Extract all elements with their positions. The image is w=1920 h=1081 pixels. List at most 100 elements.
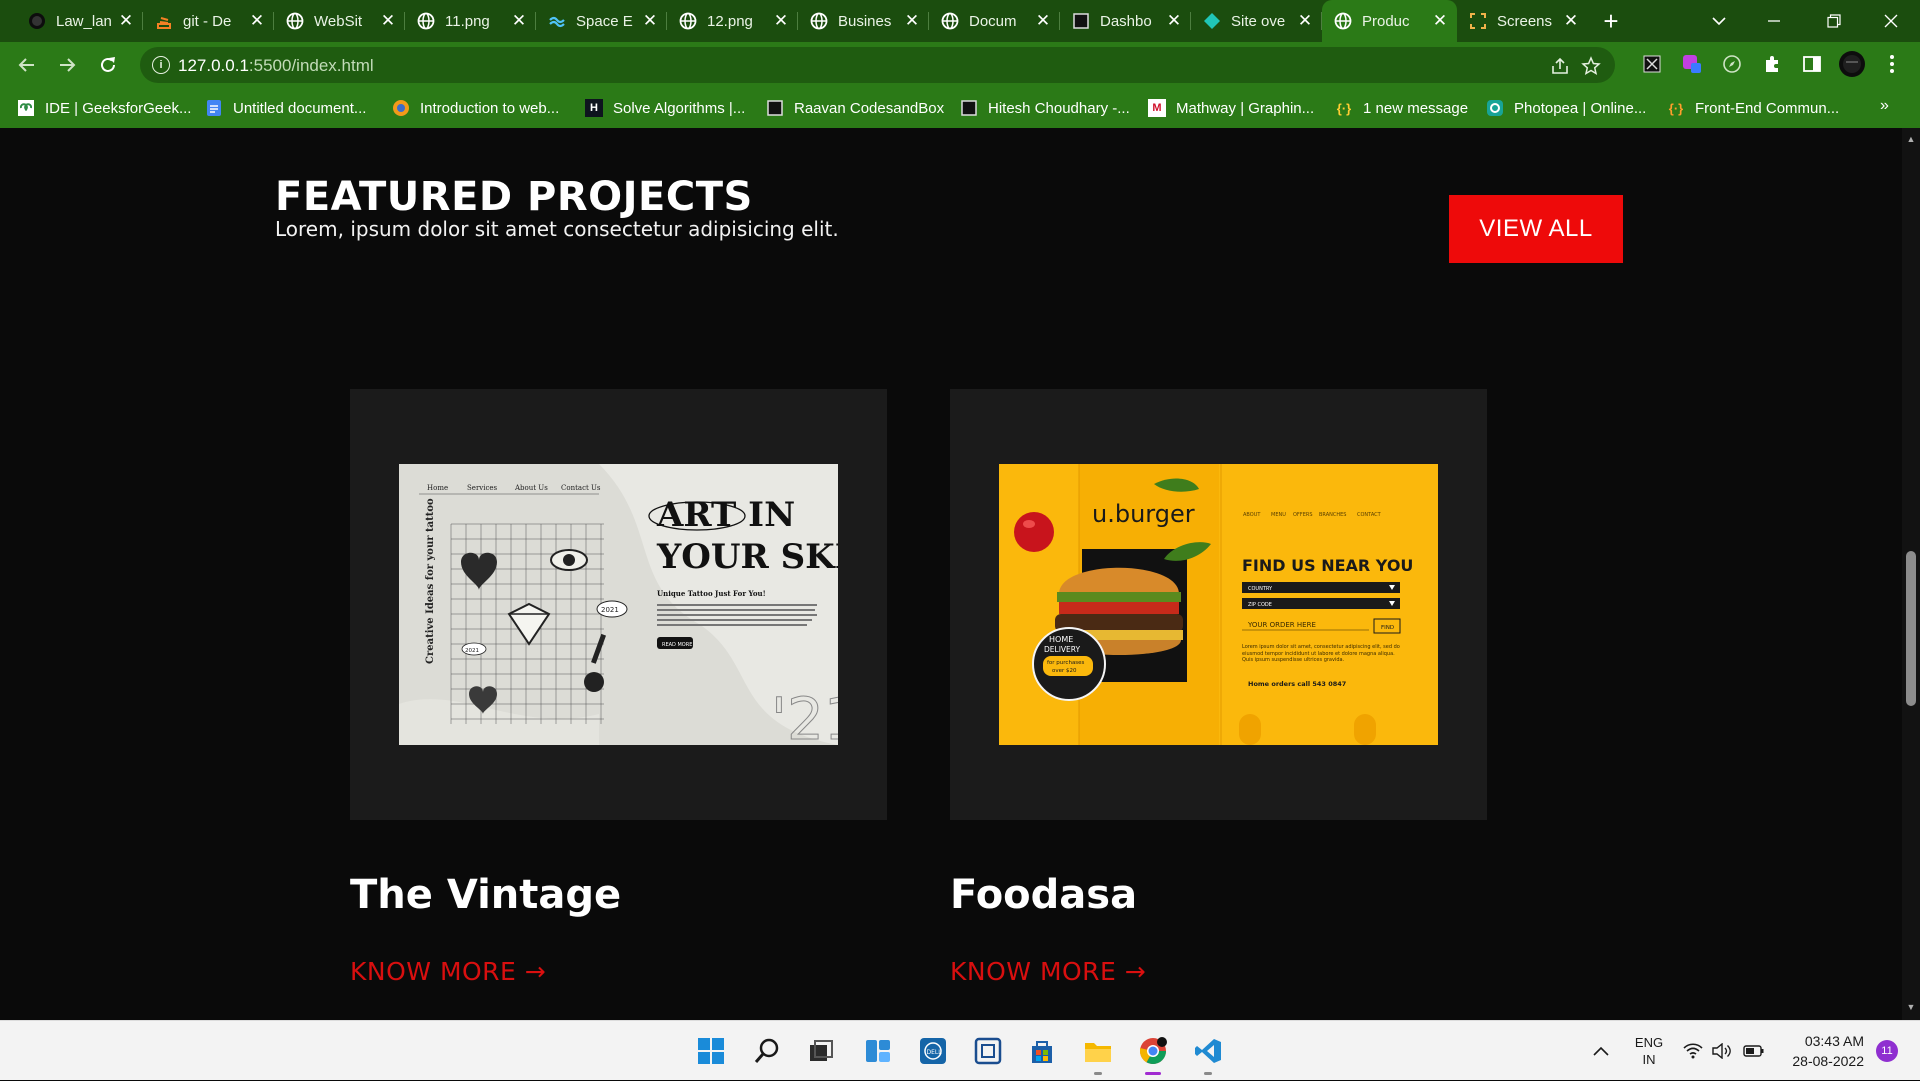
forward-button[interactable] (51, 49, 83, 81)
project-thumbnail-vintage[interactable]: Home Services About Us Contact Us Creati… (399, 464, 838, 745)
running-indicator (1204, 1072, 1212, 1075)
close-window-button[interactable] (1862, 0, 1920, 42)
volume-icon[interactable] (1712, 1021, 1732, 1081)
project-card[interactable]: Home Services About Us Contact Us Creati… (350, 389, 887, 820)
reload-button[interactable] (92, 49, 124, 81)
bookmark-item[interactable]: Hitesh Choudhary -... (960, 97, 1130, 119)
extension-icon[interactable] (1637, 49, 1667, 79)
browser-tab[interactable]: Space E ✕ (536, 0, 667, 42)
compass-icon[interactable] (1717, 49, 1747, 79)
vscode-icon[interactable] (1190, 1033, 1226, 1075)
close-icon[interactable]: ✕ (639, 10, 661, 32)
preview-nav-item: Contact Us (561, 484, 601, 492)
close-icon[interactable]: ✕ (1032, 10, 1054, 32)
close-icon[interactable]: ✕ (377, 10, 399, 32)
browser-tab[interactable]: Law_lan ✕ (16, 0, 143, 42)
tab-label: Site ove (1231, 12, 1286, 30)
tab-search-button[interactable] (1690, 0, 1748, 42)
wifi-icon[interactable] (1683, 1021, 1703, 1081)
clock-time: 03:43 AM (1804, 1033, 1864, 1049)
browser-tab[interactable]: 12.png ✕ (667, 0, 798, 42)
file-explorer-icon[interactable] (1080, 1033, 1116, 1075)
bookmark-item[interactable]: Raavan CodesandBox (766, 97, 944, 119)
browser-tab-active[interactable]: Produc ✕ (1322, 0, 1457, 42)
extension-icon[interactable] (1677, 49, 1707, 79)
bookmark-item[interactable]: Untitled document... (205, 97, 366, 119)
bookmark-item[interactable]: Introduction to web... (392, 97, 559, 119)
clock[interactable]: 03:43 AM 28-08-2022 (1782, 1021, 1864, 1081)
preview-select: COUNTRY (1248, 586, 1273, 592)
restore-button[interactable] (1805, 0, 1863, 42)
bookmark-star-icon[interactable] (1581, 56, 1601, 76)
microsoft-store-icon[interactable] (1024, 1033, 1060, 1069)
codesandbox-icon (766, 99, 784, 117)
show-hidden-icons[interactable] (1592, 1021, 1610, 1081)
new-tab-button[interactable]: + (1597, 6, 1625, 36)
page-scrollbar[interactable]: ▲ ▼ (1902, 128, 1920, 1020)
browser-tab[interactable]: Dashbo ✕ (1060, 0, 1191, 42)
profile-avatar[interactable] (1837, 49, 1867, 79)
search-icon[interactable] (749, 1033, 785, 1069)
bookmark-item[interactable]: {·} 1 new message (1335, 97, 1468, 119)
know-more-link[interactable]: KNOW MORE → (950, 957, 1146, 986)
bookmark-item[interactable]: {·} Front-End Commun... (1667, 97, 1839, 119)
bookmarks-overflow-icon[interactable]: » (1880, 97, 1889, 115)
know-more-link[interactable]: KNOW MORE → (350, 957, 546, 986)
close-icon[interactable]: ✕ (901, 10, 923, 32)
close-icon[interactable]: ✕ (115, 10, 137, 32)
close-icon[interactable]: ✕ (1163, 10, 1185, 32)
preview-nav-item: Services (467, 484, 498, 492)
browser-tab[interactable]: Busines ✕ (798, 0, 929, 42)
browser-tab[interactable]: git - De ✕ (143, 0, 274, 42)
close-icon[interactable]: ✕ (246, 10, 268, 32)
close-icon[interactable]: ✕ (1429, 10, 1451, 32)
bookmark-item[interactable]: Photopea | Online... (1486, 97, 1646, 119)
close-icon[interactable]: ✕ (1294, 10, 1316, 32)
side-panel-icon[interactable] (1797, 49, 1827, 79)
notification-badge[interactable]: 11 (1876, 1021, 1898, 1081)
widgets-icon[interactable] (860, 1033, 896, 1069)
screenshot-app-icon[interactable] (970, 1033, 1006, 1069)
view-all-button[interactable]: VIEW ALL (1449, 195, 1623, 263)
globe-icon (1334, 12, 1352, 30)
chrome-icon[interactable] (1135, 1033, 1171, 1075)
info-icon[interactable]: i (152, 56, 170, 74)
browser-tab-strip: Law_lan ✕ git - De ✕ WebSit ✕ 11.png ✕ S… (0, 0, 1920, 42)
extensions-puzzle-icon[interactable] (1757, 49, 1787, 79)
screenshot-icon (1469, 12, 1487, 30)
scroll-up-icon[interactable]: ▲ (1906, 134, 1916, 144)
task-view-icon[interactable] (803, 1033, 839, 1069)
start-windows-icon[interactable] (693, 1033, 729, 1069)
language-indicator[interactable]: ENG IN (1632, 1021, 1666, 1081)
browser-tab[interactable]: 11.png ✕ (405, 0, 536, 42)
preview-nav-item: BRANCHES (1319, 512, 1346, 518)
close-icon[interactable]: ✕ (770, 10, 792, 32)
share-icon[interactable] (1550, 56, 1570, 76)
globe-icon (941, 12, 959, 30)
dell-app-icon[interactable]: DELL (915, 1033, 951, 1069)
close-icon[interactable]: ✕ (1560, 10, 1582, 32)
project-card[interactable]: u.burger ABOUT MENU OFFERS BRANCHES CONT… (950, 389, 1487, 820)
bookmark-item[interactable]: M Mathway | Graphin... (1148, 97, 1314, 119)
project-thumbnail-foodasa[interactable]: u.burger ABOUT MENU OFFERS BRANCHES CONT… (999, 464, 1438, 745)
browser-tab[interactable]: Screens ✕ (1457, 0, 1588, 42)
windows-taskbar: DELL ENG IN 03:43 AM 28-08-2022 11 (0, 1020, 1920, 1080)
bookmark-item[interactable]: H Solve Algorithms |... (585, 97, 745, 119)
browser-tab[interactable]: Docum ✕ (929, 0, 1060, 42)
address-bar[interactable]: i 127.0.0.1:5500/index.html (140, 47, 1615, 83)
tab-label: git - De (183, 12, 232, 30)
bookmark-item[interactable]: IDE | GeeksforGeek... (17, 97, 191, 119)
back-button[interactable] (11, 49, 43, 81)
preview-brand: u.burger (1092, 500, 1195, 528)
browser-tab[interactable]: WebSit ✕ (274, 0, 405, 42)
preview-delivery-text: DELIVERY (1044, 645, 1081, 654)
browser-tab[interactable]: Site ove ✕ (1191, 0, 1322, 42)
battery-icon[interactable] (1743, 1021, 1765, 1081)
close-icon[interactable]: ✕ (508, 10, 530, 32)
minimize-button[interactable] (1745, 0, 1803, 42)
scroll-down-icon[interactable]: ▼ (1906, 1002, 1916, 1012)
url-text[interactable]: 127.0.0.1:5500/index.html (178, 56, 374, 76)
circle-orange-icon (392, 99, 410, 117)
scrollbar-thumb[interactable] (1906, 551, 1916, 706)
menu-kebab-icon[interactable] (1877, 49, 1907, 79)
